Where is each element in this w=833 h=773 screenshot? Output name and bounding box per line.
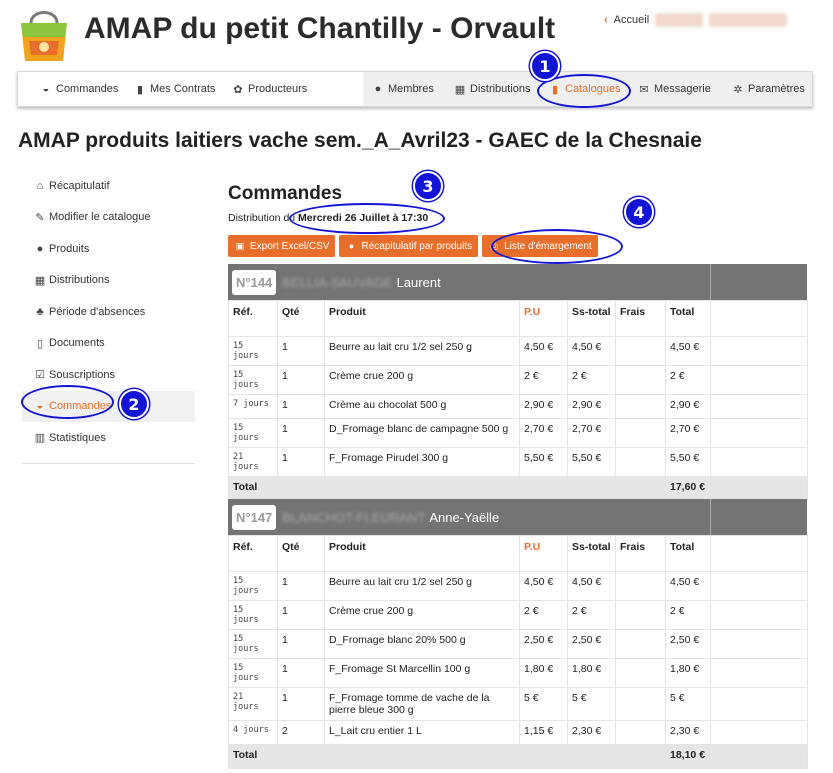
file-excel-icon: ▣ xyxy=(235,240,245,251)
nav-membres[interactable]: ● Membres xyxy=(372,72,434,106)
home-icon: ⌂ xyxy=(36,179,44,192)
table-row: 15 jours 1 Beurre au lait cru 1/2 sel 250 … xyxy=(228,571,808,601)
user-name-blurred[interactable] xyxy=(709,13,788,27)
check-icon: ☑ xyxy=(35,369,45,382)
order-number-badge: N°144 xyxy=(232,269,277,295)
file-icon: ▯ xyxy=(36,337,44,350)
recap-produits-button[interactable]: ● Récapitulatif par produits xyxy=(339,235,479,257)
order-number-badge: N°147 xyxy=(232,504,277,530)
member-firstname: Laurent xyxy=(396,274,441,290)
table-row: 15 jours 1 Crème crue 200 g2 €2 €2 € xyxy=(228,365,808,395)
sidebar-item-recapitulatif[interactable]: ⌂ Récapitulatif xyxy=(22,170,195,202)
nav-producteurs[interactable]: ✿ Producteurs xyxy=(232,72,307,106)
sidebar-item-produits[interactable]: ● Produits xyxy=(22,233,195,265)
amap-logo xyxy=(21,11,67,61)
book-icon: ▮ xyxy=(136,83,144,96)
accueil-link[interactable]: Accueil xyxy=(614,14,649,26)
nav-messagerie[interactable]: ✉ Messagerie xyxy=(638,72,710,106)
member-firstname: Anne-Yaëlle xyxy=(429,509,500,525)
table-row: 15 jours 1 D_Fromage blanc de campagne 500… xyxy=(228,418,808,448)
table-row: 15 jours 1 D_Fromage blanc 20% 500 g 2,50 €… xyxy=(228,629,808,659)
gear-icon: ✲ xyxy=(733,83,743,96)
member-lastname: BELLIA-SAUVAGE xyxy=(282,274,393,290)
edit-icon: ✎ xyxy=(35,211,45,224)
order-table: Réf. Qté Produit P.U Ss-total Frais Tota… xyxy=(228,300,808,501)
nav-parametres[interactable]: ✲ Paramètres xyxy=(732,72,804,106)
annotation-marker: 1 xyxy=(530,51,560,81)
table-row: 15 jours 1 Crème crue 200 g2 €2 €2 € xyxy=(228,600,808,630)
calendar-icon: ▦ xyxy=(34,274,46,287)
order-card: N°144 BELLIA-SAUVAGE Laurent Réf. Qté Pr… xyxy=(228,264,808,501)
order-card: N°147 BLANCHOT-FLEURANT Anne-Yaëlle Réf.… xyxy=(228,499,808,769)
sidebar-item-absences[interactable]: ♣ Période d'absences xyxy=(22,296,195,328)
top-right-links: ‹ Accueil xyxy=(604,13,788,27)
nav-mes-contrats[interactable]: ▮ Mes Contrats xyxy=(134,72,215,106)
palm-icon: ♣ xyxy=(36,305,44,318)
user-link-blurred[interactable] xyxy=(655,13,704,27)
total-row: Total 18,10 € xyxy=(228,744,808,769)
chevron-left-icon: ‹ xyxy=(604,14,608,26)
member-lastname: BLANCHOT-FLEURANT xyxy=(282,509,426,525)
table-row: 15 jours 1 Beurre au lait cru 1/2 sel 250 … xyxy=(228,336,808,366)
table-row: 7 jours 1 Crème au chocolat 500 g 2,90 €2,9… xyxy=(228,394,808,419)
annotation-marker: 4 xyxy=(624,197,654,227)
produce-icon: ● xyxy=(348,241,355,251)
table-row: 15 jours 1 F_Fromage St Marcellin 100 g 1,8… xyxy=(228,658,808,688)
chart-icon: ▥ xyxy=(34,432,46,445)
table-header-row: Réf. Qté Produit P.U Ss-total Frais Tota… xyxy=(228,300,808,337)
highlight-ring-emargement xyxy=(491,229,623,264)
export-csv-button[interactable]: ▣ Export Excel/CSV xyxy=(228,235,336,257)
order-header: N°147 BLANCHOT-FLEURANT Anne-Yaëlle xyxy=(228,499,807,535)
sidebar-item-modifier-catalogue[interactable]: ✎ Modifier le catalogue xyxy=(22,202,195,234)
total-row: Total 17,60 € xyxy=(228,476,808,501)
nav-distributions[interactable]: ▦ Distributions xyxy=(454,72,531,106)
order-table: Réf. Qté Produit P.U Ss-total Frais Tota… xyxy=(228,535,808,769)
sidebar-item-distributions[interactable]: ▦ Distributions xyxy=(22,265,195,297)
sidebar-item-documents[interactable]: ▯ Documents xyxy=(22,328,195,360)
table-row: 21 jours 1 F_Fromage Pirudel 300 g 5,50 €5,… xyxy=(228,447,808,477)
order-header: N°144 BELLIA-SAUVAGE Laurent xyxy=(228,264,807,300)
main-nav: ◒ Commandes ▮ Mes Contrats ✿ Producteurs… xyxy=(17,71,813,107)
users-icon: ● xyxy=(374,83,382,95)
seedling-icon: ✿ xyxy=(233,83,243,96)
table-row: 4 jours 2 L_Lait cru entier 1 L 1,15 €2,30 … xyxy=(228,720,808,745)
calendar-icon: ▦ xyxy=(454,83,466,96)
commandes-heading: Commandes xyxy=(228,183,343,204)
annotation-marker: 3 xyxy=(413,171,443,201)
basket-icon: ◒ xyxy=(42,83,50,95)
produce-icon: ● xyxy=(36,242,44,255)
table-header-row: Réf. Qté Produit P.U Ss-total Frais Tota… xyxy=(228,535,808,572)
sidebar-item-statistiques[interactable]: ▥ Statistiques xyxy=(22,422,195,454)
contract-title: AMAP produits laitiers vache sem._A_Avri… xyxy=(18,129,702,152)
order-total: 17,60 € xyxy=(665,476,711,501)
nav-commandes[interactable]: ◒ Commandes xyxy=(40,72,119,106)
site-title: AMAP du petit Chantilly - Orvault xyxy=(84,12,556,45)
envelope-icon: ✉ xyxy=(639,83,649,96)
annotation-marker: 2 xyxy=(119,389,149,419)
highlight-ring-commandes xyxy=(21,385,114,419)
sidebar-divider xyxy=(22,463,195,464)
highlight-ring-date xyxy=(289,203,445,234)
order-total: 18,10 € xyxy=(665,744,711,769)
table-row: 21 jours 1 F_Fromage tomme de vache de la … xyxy=(228,687,808,721)
